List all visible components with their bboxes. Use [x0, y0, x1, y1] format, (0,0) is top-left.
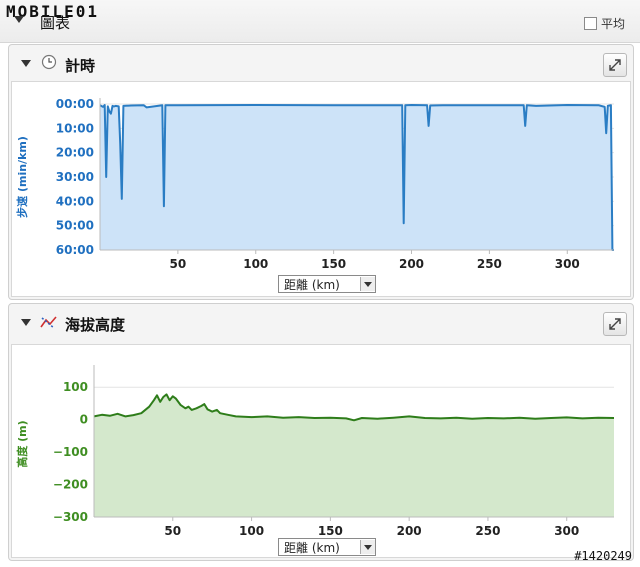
pace-x-tick-label: 150: [321, 257, 346, 270]
pace-y-tick-label: 00:00: [56, 97, 94, 111]
elevation-y-tick-label: −100: [53, 445, 88, 459]
pace-y-tick-label: 60:00: [56, 243, 94, 257]
collapse-elevation-icon[interactable]: [21, 319, 31, 326]
expand-pace-button[interactable]: [603, 53, 627, 77]
elevation-chart: 100 0 −100 −200 −300 50 100 150 200 250 300 高度 (m): [15, 365, 615, 535]
expand-icon: [609, 59, 621, 71]
elevation-select-value: 距離 (km): [284, 540, 340, 555]
elevation-x-tick-label: 250: [475, 524, 500, 535]
pace-select-value: 距離 (km): [284, 277, 340, 292]
pace-x-tick-label: 300: [555, 257, 580, 270]
pace-chart-box: 00:00 10:00 20:00 30:00 40:00 50:00 60:00 50 100…: [11, 81, 631, 297]
collapse-pace-icon[interactable]: [21, 60, 31, 67]
pace-y-axis-label: 步速 (min/km): [15, 136, 29, 218]
pace-x-axis-select[interactable]: 距離 (km): [278, 275, 376, 293]
elevation-area-fill: [94, 394, 614, 517]
average-label: 平均: [601, 17, 626, 31]
pace-y-tick-label: 20:00: [56, 146, 94, 160]
elevation-chart-box: 100 0 −100 −200 −300 50 100 150 200 250 300 高度 (m) …: [11, 344, 631, 558]
expand-icon: [609, 318, 621, 330]
elevation-x-tick-label: 100: [239, 524, 264, 535]
elevation-x-tick-label: 300: [554, 524, 579, 535]
pace-panel-title: 計時: [65, 57, 96, 75]
elevation-x-tick-label: 150: [318, 524, 343, 535]
pace-area-fill: [100, 105, 614, 250]
elevation-y-tick-label: −300: [53, 510, 88, 524]
elevation-x-tick-label: 50: [164, 524, 181, 535]
pace-x-tick-label: 250: [477, 257, 502, 270]
average-toggle[interactable]: 平均: [584, 15, 625, 32]
elevation-y-tick-label: −200: [53, 478, 88, 492]
elevation-y-tick-label: 0: [80, 413, 88, 427]
charts-title: 圖表: [40, 14, 71, 32]
elevation-panel-header: 海拔高度: [9, 304, 633, 342]
pace-y-tick-label: 10:00: [56, 121, 94, 135]
collapse-charts-icon[interactable]: [14, 16, 24, 23]
elevation-y-tick-label: 100: [63, 380, 88, 394]
elevation-panel: 海拔高度 100 0 −100 −200 −300 50 100 150 200 250 300 高度…: [8, 303, 634, 561]
average-checkbox[interactable]: [584, 17, 597, 30]
elevation-x-axis-select[interactable]: 距離 (km): [278, 538, 376, 556]
pace-chart: 00:00 10:00 20:00 30:00 40:00 50:00 60:00 50 100…: [15, 97, 614, 270]
elevation-panel-title: 海拔高度: [65, 316, 126, 334]
expand-elevation-button[interactable]: [603, 312, 627, 336]
chevron-down-icon: [359, 277, 375, 291]
pace-x-tick-label: 100: [243, 257, 268, 270]
pace-panel-header: 計時: [9, 45, 633, 83]
elevation-y-axis-label: 高度 (m): [15, 420, 29, 467]
elevation-x-tick-label: 200: [397, 524, 422, 535]
pace-y-tick-label: 40:00: [56, 194, 94, 208]
pace-y-tick-label: 50:00: [56, 219, 94, 233]
pace-x-tick-label: 200: [399, 257, 424, 270]
pace-x-tick-label: 50: [170, 257, 187, 270]
watermark: #1420249: [574, 549, 632, 563]
pace-panel: 計時 00:00 10:00 20:00 30:00 40:00 50:00 60:00 50…: [8, 44, 634, 300]
chevron-down-icon: [359, 540, 375, 554]
pace-y-tick-label: 30:00: [56, 170, 94, 184]
clock-icon: [41, 54, 57, 70]
elevation-icon: [40, 316, 57, 329]
